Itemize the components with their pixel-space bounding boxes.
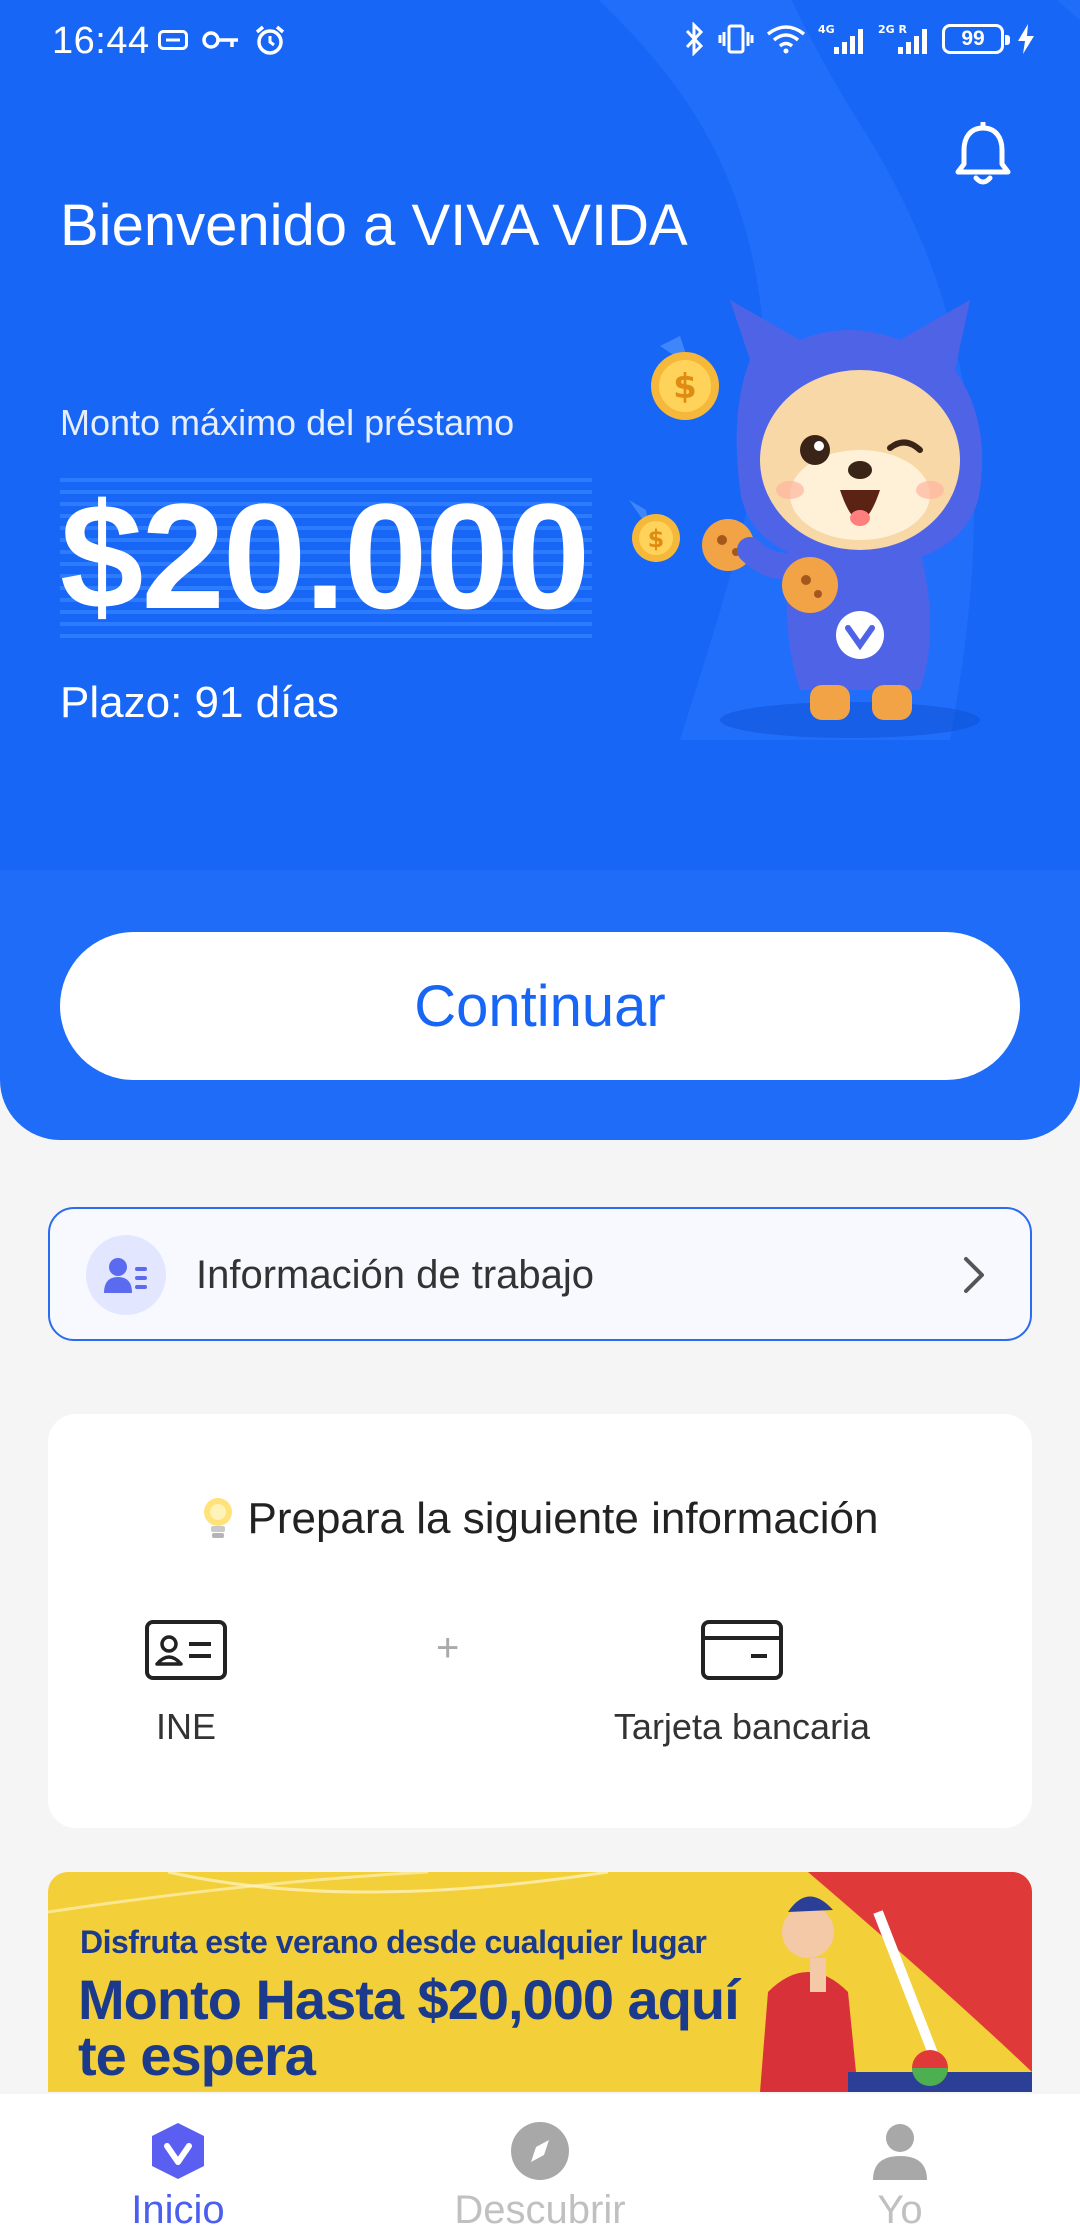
chevron-right-icon xyxy=(964,1257,984,1293)
status-left-icons xyxy=(158,24,286,56)
signal-4g-icon: 4G xyxy=(818,23,863,54)
contact-card-icon xyxy=(104,1258,147,1293)
work-info-label: Información de trabajo xyxy=(196,1253,595,1297)
wifi-icon xyxy=(766,25,806,54)
prepare-item-label: INE xyxy=(155,1706,216,1747)
mascot-illustration xyxy=(702,300,983,738)
nav-item-yo[interactable]: Yo xyxy=(790,2120,1010,2233)
key-icon xyxy=(202,31,238,49)
work-info-icon-bg xyxy=(86,1235,166,1315)
welcome-title: Bienvenido a VIVA VIDA xyxy=(60,193,688,258)
continue-button[interactable]: Continuar xyxy=(60,932,1020,1080)
prepare-title: Prepara la siguiente información xyxy=(247,1494,879,1543)
bluetooth-icon xyxy=(685,22,704,56)
svg-text:2G R: 2G R xyxy=(878,23,908,36)
prepare-item-ine: INE xyxy=(106,1620,266,1748)
vibrate-icon xyxy=(718,24,754,54)
alarm-icon xyxy=(255,25,285,55)
prepare-item-bank-card: Tarjeta bancaria xyxy=(602,1620,882,1748)
lightbulb-icon xyxy=(204,1498,233,1538)
status-right-icons: 4G 2G R 99 xyxy=(684,22,1036,56)
prepare-item-label: Tarjeta bancaria xyxy=(613,1706,871,1747)
prepare-info-card: Prepara la siguiente información INE + T… xyxy=(48,1414,1032,1828)
nav-item-descubrir[interactable]: Descubrir xyxy=(430,2120,650,2233)
plus-separator: + xyxy=(436,1626,460,1670)
prepare-title-row: Prepara la siguiente información xyxy=(48,1494,1032,1544)
nav-label: Descubrir xyxy=(454,2188,626,2232)
keyboard-status-icon xyxy=(158,30,188,50)
work-info-row[interactable]: Información de trabajo xyxy=(48,1207,1032,1341)
charging-icon xyxy=(1018,24,1034,54)
notification-bell-icon[interactable] xyxy=(952,122,1014,188)
svg-text:4G: 4G xyxy=(818,23,835,36)
banner-subtitle: Disfruta este verano desde cualquier lug… xyxy=(80,1924,707,1960)
person-icon xyxy=(873,2124,927,2180)
battery-icon: 99 xyxy=(942,24,1010,54)
id-card-icon xyxy=(145,1620,227,1680)
hero-section: 16:44 4G 2G R 99 Bienvenido a VIVA VIDA … xyxy=(0,0,1080,1140)
status-bar: 16:44 4G 2G R 99 xyxy=(0,0,1080,80)
home-logo-icon xyxy=(152,2123,204,2179)
nav-item-inicio[interactable]: Inicio xyxy=(68,2120,288,2233)
status-time: 16:44 xyxy=(52,20,150,62)
max-loan-label: Monto máximo del préstamo xyxy=(60,402,515,443)
nav-label: Inicio xyxy=(131,2188,225,2232)
compass-icon xyxy=(511,2122,569,2180)
bank-card-icon xyxy=(701,1620,783,1680)
signal-2g-icon: 2G R xyxy=(878,23,927,54)
promo-banner[interactable]: Disfruta este verano desde cualquier lug… xyxy=(48,1872,1032,2092)
nav-label: Yo xyxy=(877,2188,923,2232)
max-loan-amount: $20.000 xyxy=(60,472,590,640)
bottom-navigation: Inicio Descubrir Yo xyxy=(0,2094,1080,2240)
battery-level: 99 xyxy=(961,27,985,50)
loan-term: Plazo: 91 días xyxy=(60,678,339,727)
banner-title: Monto Hasta $20,000 aquí te espera xyxy=(78,1968,740,2087)
